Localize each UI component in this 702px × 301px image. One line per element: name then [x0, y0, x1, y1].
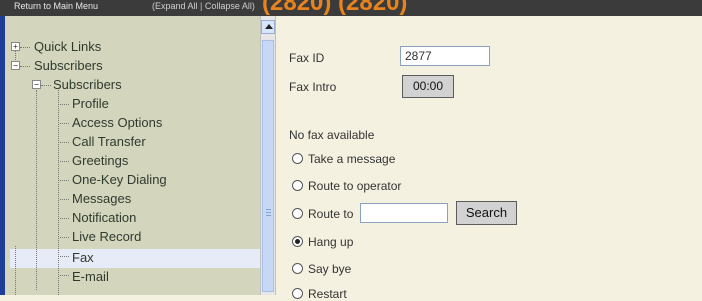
radio-hang-up[interactable]	[292, 236, 303, 247]
route-to-input[interactable]	[360, 203, 448, 223]
page-heading: (2820) (2820)	[262, 0, 408, 16]
expand-toggle-icon[interactable]: +	[11, 42, 20, 51]
tree-item-email[interactable]: E-mail	[72, 269, 109, 285]
expand-collapse-links[interactable]: (Expand All | Collapse All)	[152, 1, 255, 11]
tree-item-messages[interactable]: Messages	[72, 191, 131, 207]
fax-intro-record-button[interactable]: 00:00	[402, 75, 454, 98]
tree-connector	[15, 246, 16, 295]
tree-scrollbar[interactable]	[260, 16, 276, 295]
tree-node-quick-links[interactable]: Quick Links	[34, 39, 101, 55]
navigation-tree: + Quick Links − Subscribers − Subscriber…	[0, 16, 260, 295]
tree-connector	[60, 199, 69, 200]
tree-connector	[60, 237, 69, 238]
tree-item-greetings[interactable]: Greetings	[72, 153, 128, 169]
fax-id-input[interactable]	[400, 46, 490, 66]
tree-connector	[60, 142, 69, 143]
search-button[interactable]: Search	[456, 201, 517, 225]
radio-take-message[interactable]	[292, 153, 303, 164]
tree-connector	[20, 47, 30, 48]
collapse-toggle-icon[interactable]: −	[32, 80, 41, 89]
tree-connector	[60, 123, 69, 124]
option-label: Restart	[308, 287, 347, 301]
return-to-main-menu-link[interactable]: Return to Main Menu	[14, 1, 98, 11]
tree-connector	[60, 275, 69, 276]
tree-item-live-record[interactable]: Live Record	[72, 229, 141, 245]
scroll-thumb[interactable]	[262, 40, 274, 292]
tree-node-subscribers-group[interactable]: Subscribers	[53, 77, 122, 93]
tree-connector	[60, 218, 69, 219]
radio-route-to-operator[interactable]	[292, 180, 303, 191]
tree-connector	[60, 161, 69, 162]
navigation-tree-panel: + Quick Links − Subscribers − Subscriber…	[0, 16, 260, 295]
tree-connector	[20, 66, 30, 67]
tree-connector	[41, 85, 51, 86]
tree-item-profile[interactable]: Profile	[72, 96, 109, 112]
scroll-up-button[interactable]	[261, 20, 275, 34]
option-label: Say bye	[308, 262, 352, 276]
tree-connector	[60, 180, 69, 181]
radio-route-to[interactable]	[292, 208, 303, 219]
option-label: Hang up	[308, 235, 354, 249]
scroll-grip	[266, 209, 271, 210]
radio-say-bye[interactable]	[292, 263, 303, 274]
option-label: Take a message	[308, 152, 396, 166]
tree-node-subscribers[interactable]: Subscribers	[34, 58, 103, 74]
tree-item-one-key-dialing[interactable]: One-Key Dialing	[72, 172, 167, 188]
tree-connector	[58, 90, 59, 295]
collapse-toggle-icon[interactable]: −	[11, 61, 20, 70]
fax-id-label: Fax ID	[289, 51, 325, 65]
tree-item-call-transfer[interactable]: Call Transfer	[72, 134, 146, 150]
option-label: Route to	[308, 207, 354, 221]
no-fax-heading: No fax available	[289, 128, 375, 142]
scroll-grip	[266, 212, 271, 213]
scroll-grip	[266, 215, 271, 216]
option-label: Route to operator	[308, 179, 402, 193]
tree-connector	[60, 104, 69, 105]
radio-restart[interactable]	[292, 288, 303, 299]
fax-intro-label: Fax Intro	[289, 80, 337, 94]
fax-settings-panel: Fax ID Fax Intro 00:00 No fax available …	[276, 16, 702, 301]
chevron-up-icon	[265, 24, 273, 29]
tree-item-access-options[interactable]: Access Options	[72, 115, 162, 131]
tree-item-notification[interactable]: Notification	[72, 210, 136, 226]
tree-connector	[60, 256, 69, 257]
tree-connector	[36, 90, 37, 290]
tree-item-fax[interactable]: Fax	[72, 250, 94, 266]
top-bar: Return to Main Menu (Expand All | Collap…	[0, 0, 702, 16]
